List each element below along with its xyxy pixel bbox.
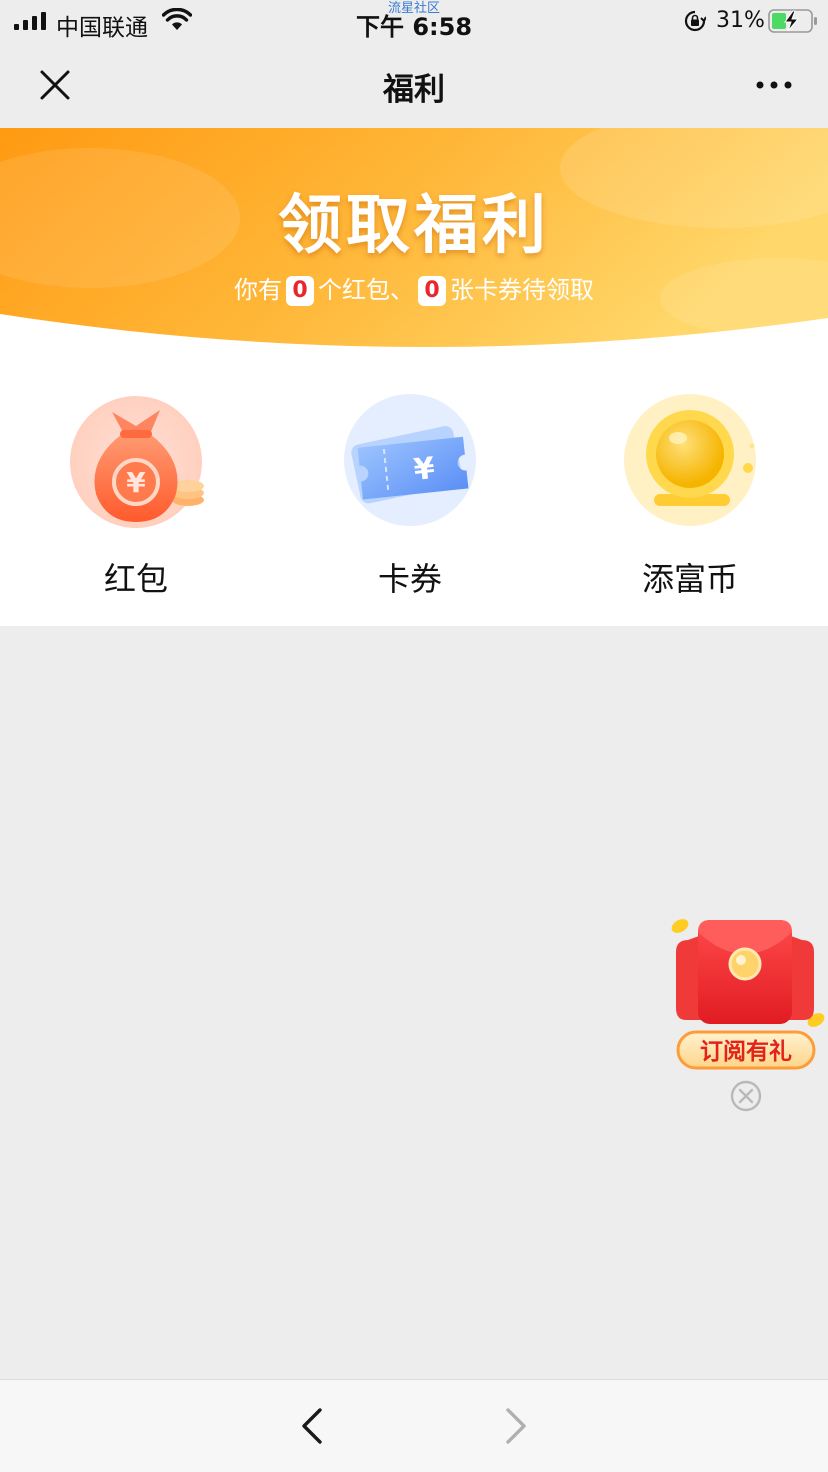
welfare-banner: 领取福利 你有 0 个红包、 0 张卡券待领取 [0,128,828,350]
circle-close-icon[interactable] [729,1079,763,1113]
rotation-lock-icon [684,10,706,32]
page-title: 福利 [383,72,445,108]
chevron-left-icon[interactable] [292,1404,336,1448]
subtitle-middle: 个红包、 [318,276,414,304]
subtitle-prefix: 你有 [234,276,282,304]
red-envelope-icon[interactable]: 订阅有礼 [662,912,828,1076]
category-coupon[interactable]: ¥ 卡券 [310,390,510,600]
category-panel: ¥ 红包 ¥ 卡券 添富币 [0,350,828,626]
gold-coin-icon [624,394,756,526]
category-red-packet[interactable]: ¥ 红包 [36,390,236,600]
bottom-toolbar [0,1379,828,1472]
svg-text:¥: ¥ [412,451,437,488]
banner-title: 领取福利 [278,189,550,263]
subscribe-gift-label: 订阅有礼 [700,1038,792,1065]
red-packet-count-badge: 0 [286,276,314,306]
battery-charging-icon [768,9,817,33]
money-bag-icon: ¥ [70,396,204,528]
banner-subtitle: 你有 0 个红包、 0 张卡券待领取 [0,270,828,306]
subtitle-suffix: 张卡券待领取 [450,276,594,304]
coupon-count-badge: 0 [418,276,446,306]
chevron-right-icon [506,1408,526,1444]
category-label: 红包 [103,560,168,598]
category-label: 添富币 [641,560,738,598]
nav-bar: 福利 [0,44,828,128]
category-label: 卡券 [377,560,442,598]
battery-percent: 31% [716,8,765,33]
svg-text:¥: ¥ [126,466,146,499]
coupon-ticket-icon: ¥ [344,394,476,526]
category-coin[interactable]: 添富币 [590,390,790,600]
more-dots-icon[interactable] [748,70,800,100]
status-bar: 中国联通 流星社区 下午 6:58 31% [0,0,828,44]
